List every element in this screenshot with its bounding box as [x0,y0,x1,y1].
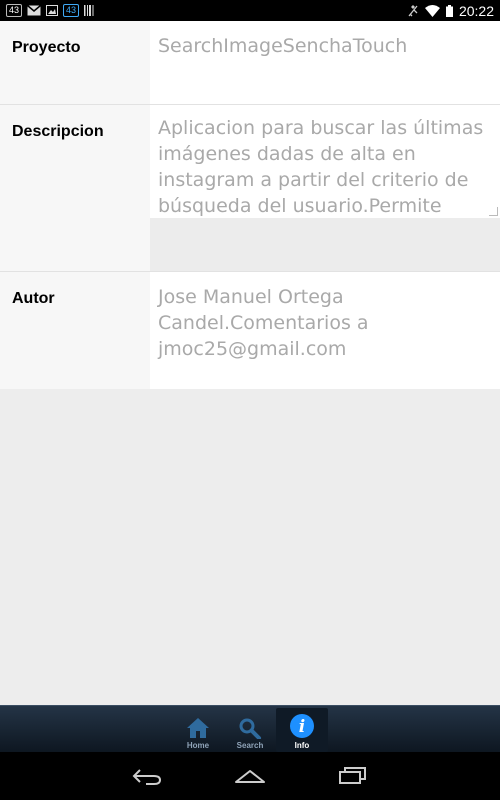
system-nav-bar [0,752,500,800]
descripcion-text: Aplicacion para buscar las últimas imáge… [158,117,484,217]
home-button-icon[interactable] [234,768,266,784]
battery-icon [445,4,453,17]
back-icon[interactable] [132,767,162,785]
recents-icon[interactable] [338,767,368,785]
proyecto-row: Proyecto SearchImageSenchaTouch [0,21,500,105]
svg-text:i: i [299,717,305,737]
descripcion-textarea[interactable]: Aplicacion para buscar las últimas imáge… [150,105,500,218]
autor-field[interactable]: Jose Manuel Ortega Candel.Comentarios a … [150,272,500,389]
status-bar: 43 43 20:22 [0,0,500,21]
mail-icon [27,5,42,16]
tab-home-label: Home [186,741,210,750]
no-signal-icon [407,4,419,17]
info-form: Proyecto SearchImageSenchaTouch Descripc… [0,21,500,389]
barcode-icon [84,5,95,16]
notification-badge: 43 [6,4,23,17]
resize-handle-icon[interactable] [489,207,498,216]
descripcion-label: Descripcion [0,105,150,271]
tab-info[interactable]: i Info [276,708,328,752]
tab-bar: Home Search i Info [0,705,500,753]
info-icon: i [290,714,314,738]
notification-badge-2: 43 [63,4,80,17]
autor-label: Autor [0,272,150,389]
tab-home[interactable]: Home [172,708,224,752]
descripcion-row: Descripcion Aplicacion para buscar las ú… [0,105,500,272]
search-icon [239,718,261,739]
tab-search-label: Search [236,741,264,750]
descripcion-cell: Aplicacion para buscar las últimas imáge… [150,105,500,271]
tab-info-label: Info [294,741,310,750]
image-icon [46,5,59,16]
wifi-icon [424,4,440,17]
proyecto-label: Proyecto [0,21,150,104]
descripcion-padding [150,218,500,271]
home-icon [187,718,209,738]
clock: 20:22 [458,2,494,19]
autor-row: Autor Jose Manuel Ortega Candel.Comentar… [0,272,500,389]
proyecto-field[interactable]: SearchImageSenchaTouch [150,21,500,104]
tab-search[interactable]: Search [224,708,276,752]
